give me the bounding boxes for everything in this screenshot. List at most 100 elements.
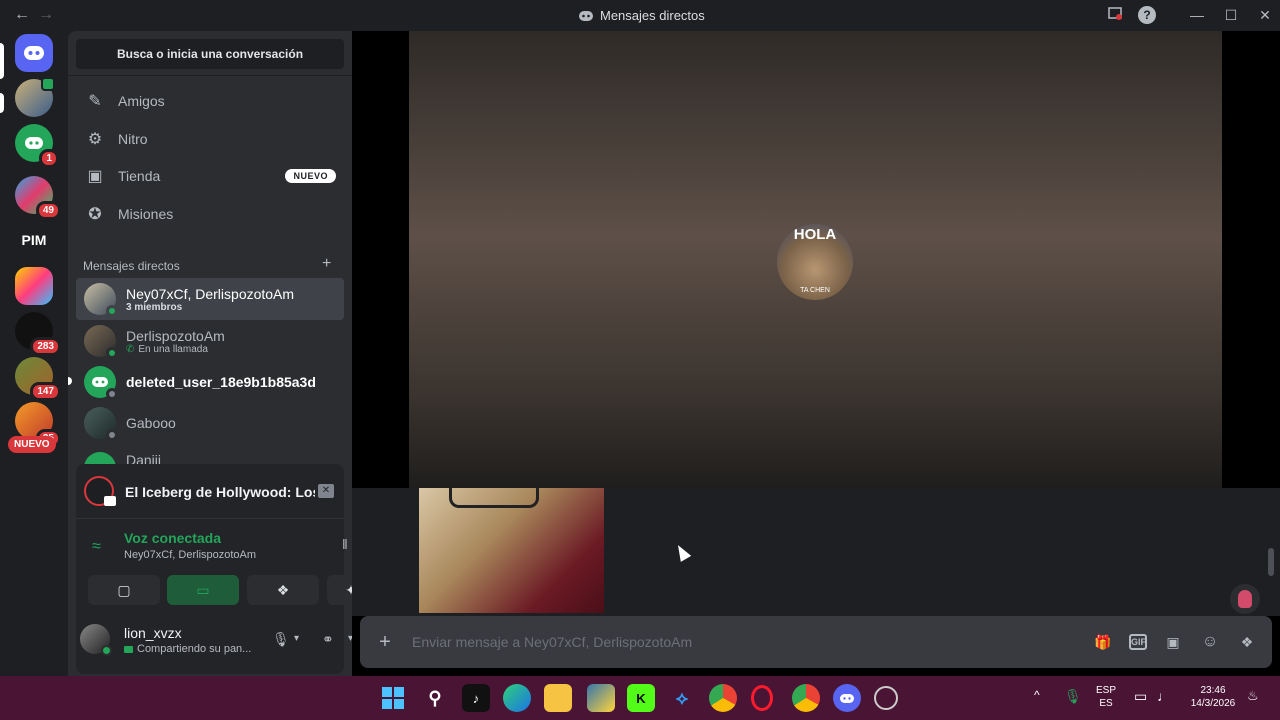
chevron-up-icon[interactable]: ^ (1034, 688, 1040, 702)
forward-button[interactable]: → (38, 6, 54, 24)
dm-item[interactable]: deleted_user_18e9b1b85a3d (76, 361, 344, 403)
dm-item[interactable]: Gabooo (76, 402, 344, 444)
server-icon[interactable] (15, 77, 55, 117)
dm-name: Ney07xCf, DerlispozotoAm (126, 285, 295, 302)
self-camera-tile[interactable] (419, 488, 604, 613)
scrollbar[interactable] (1268, 548, 1274, 576)
server-icon[interactable]: 35 (15, 402, 61, 448)
server-icon[interactable]: PIM (15, 221, 53, 259)
opera-icon[interactable] (751, 685, 773, 711)
discord-logo-icon (579, 10, 593, 21)
nav-item-label: Nitro (118, 131, 148, 147)
python-icon[interactable] (587, 684, 615, 712)
close-button[interactable]: ✕ (1254, 5, 1276, 25)
camera-toggle-button[interactable]: ▢ (88, 575, 160, 605)
search-conversation-button[interactable]: Busca o inicia una conversación (76, 39, 344, 69)
chrome-profile-icon[interactable] (792, 684, 820, 712)
gif-button[interactable]: GIF (1129, 634, 1147, 650)
add-attachment-icon[interactable]: + (374, 631, 396, 653)
user-status[interactable]: Compartiendo su pan... (124, 643, 251, 655)
user-status-text: Compartiendo su pan... (137, 643, 252, 655)
discord-logo-icon (24, 46, 44, 60)
new-unreads-badge[interactable]: NUEVO (8, 436, 56, 453)
call-stage[interactable]: HOLA TA CHEN (409, 31, 1222, 488)
server-icon[interactable]: 283 (15, 312, 61, 356)
message-input[interactable]: Enviar mensaje a Ney07xCf, DerlispozotoA… (412, 634, 1092, 650)
display-icon[interactable]: ▭ (1134, 688, 1147, 705)
dm-item[interactable]: Ney07xCf, DerlispozotoAm 3 miembros (76, 278, 344, 320)
chrome-icon[interactable] (709, 684, 737, 712)
nav-item-nitro[interactable]: ⚙ Nitro (76, 121, 344, 157)
kick-icon[interactable]: K (627, 684, 655, 712)
help-icon[interactable]: ? (1138, 6, 1156, 24)
username[interactable]: lion_xvzx (124, 625, 182, 641)
apps-icon[interactable]: ❖ (1236, 631, 1258, 653)
chevron-down-icon[interactable]: ▾ (294, 633, 299, 644)
edge-icon[interactable] (503, 684, 531, 712)
nitro-icon: ⚙ (87, 131, 103, 148)
obs-icon[interactable] (874, 686, 898, 710)
mention-badge: 49 (35, 201, 61, 220)
sticker-icon[interactable]: ▣ (1162, 631, 1184, 653)
stream-title[interactable]: El Iceberg de Hollywood: Los Miste... (125, 484, 315, 500)
language-indicator[interactable]: ESP ES (1094, 684, 1118, 710)
maximize-button[interactable]: ☐ (1220, 5, 1242, 25)
dm-subtitle: En una llamada (138, 343, 208, 355)
server-icon[interactable]: 49 (15, 176, 61, 220)
nav-item-label: Amigos (118, 93, 165, 109)
participant-avatar[interactable]: HOLA TA CHEN (777, 224, 853, 300)
voice-channel[interactable]: Ney07xCf, DerlispozotoAm (124, 549, 256, 561)
avatar (84, 452, 116, 464)
nav-item-friends[interactable]: ✎ Amigos (76, 83, 344, 119)
window-title-text: Mensajes directos (600, 8, 705, 23)
server-icon[interactable]: 1 (15, 124, 59, 168)
vscode-icon[interactable]: ⟡ (668, 684, 696, 712)
dm-name: DerlispozotoAm (126, 327, 225, 344)
gift-icon[interactable]: 🎁 (1092, 631, 1114, 653)
dm-header: Mensajes directos (83, 259, 180, 273)
nav-item-quests[interactable]: ✪ Misiones (76, 196, 344, 232)
stop-stream-icon[interactable]: ✕ (318, 484, 334, 498)
avatar (84, 325, 118, 359)
file-explorer-icon[interactable] (544, 684, 572, 712)
emoji-icon[interactable]: ☺ (1199, 631, 1221, 653)
mention-badge: 1 (39, 149, 59, 168)
taskbar: ⚲ ♪ K ⟡ ^ 🎙 ESP ES ▭ ♩ 23:46 14/3/2026 ♨ (0, 676, 1280, 720)
nav-item-label: Tienda (118, 168, 161, 184)
create-dm-button[interactable]: + (322, 255, 331, 273)
server-icon[interactable]: 147 (15, 357, 61, 401)
dm-item[interactable]: Daniii (76, 444, 344, 464)
camera-off-icon: ▢ (117, 581, 131, 598)
shop-icon: ▣ (87, 168, 103, 185)
activities-icon: ❖ (276, 581, 290, 598)
screen-share-button[interactable]: ▭ (167, 575, 239, 605)
mic-icon[interactable]: 🎙 (272, 631, 290, 648)
home-button[interactable] (15, 34, 53, 72)
status-badge (41, 77, 55, 91)
user-avatar[interactable] (80, 624, 112, 656)
screen-icon (124, 645, 133, 653)
back-button[interactable]: ← (14, 6, 30, 24)
search-icon[interactable]: ⚲ (421, 684, 449, 712)
clock[interactable]: 23:46 14/3/2026 (1184, 684, 1242, 710)
nav-item-shop[interactable]: ▣ Tienda NUEVO (76, 158, 344, 194)
activities-button[interactable]: ❖ (247, 575, 319, 605)
clock-date: 14/3/2026 (1190, 698, 1236, 709)
inbox-icon[interactable] (1104, 5, 1126, 25)
mic-icon[interactable]: 🎙 (1064, 688, 1082, 705)
signal-icon: ≈ (92, 538, 101, 555)
start-icon[interactable] (379, 684, 407, 712)
dm-item[interactable]: DerlispozotoAm ✆ En una llamada (76, 320, 344, 362)
avatar (84, 366, 118, 400)
minimize-button[interactable]: — (1186, 5, 1208, 25)
volume-icon[interactable]: ♩ (1157, 688, 1171, 704)
tiktok-icon[interactable]: ♪ (462, 684, 490, 712)
server-label: PIM (21, 232, 47, 248)
server-icon[interactable] (15, 267, 53, 305)
notifications-icon[interactable]: ♨ (1247, 688, 1259, 704)
discord-taskbar-icon[interactable] (833, 684, 861, 712)
nav-item-label: Misiones (118, 206, 174, 222)
headphones-icon[interactable]: ⚭ (322, 631, 334, 648)
participant-avatar-small[interactable] (1230, 584, 1260, 614)
voice-status[interactable]: Voz conectada (124, 530, 221, 546)
